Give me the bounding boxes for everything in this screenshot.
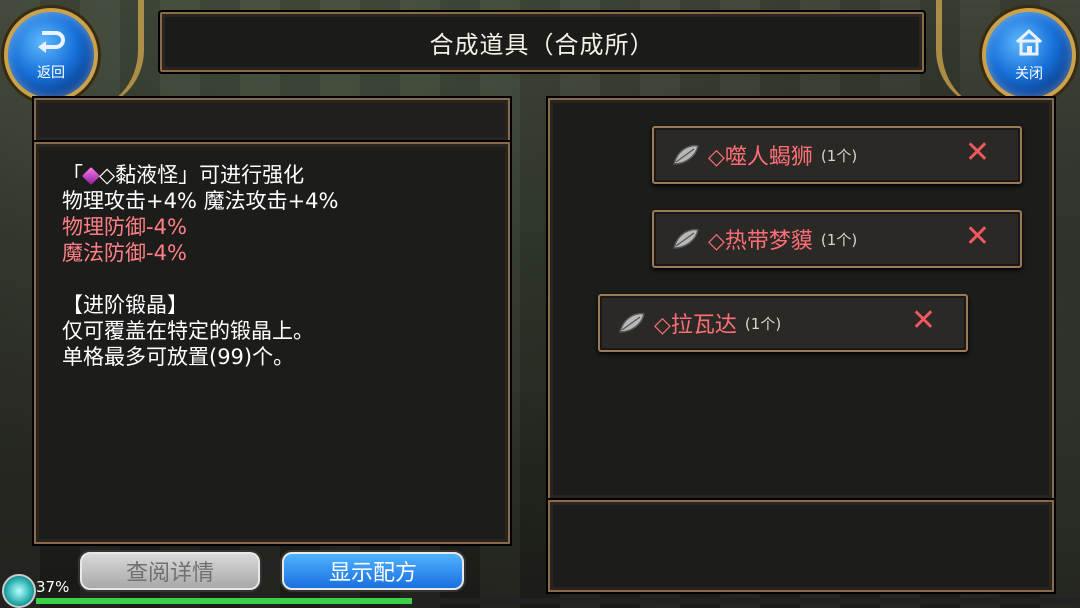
desc-line-2: 单格最多可放置(99)个。 — [62, 345, 295, 369]
leaf-icon — [673, 144, 699, 165]
material-count: (1个) — [820, 230, 858, 249]
gem-icon — [81, 166, 101, 186]
material-name: ◇噬人蝎狮 — [708, 145, 813, 170]
status-orb-icon — [2, 574, 36, 608]
enhance-line: 「◇黏液怪」可进行强化 — [62, 163, 305, 187]
title-bar: 合成道具（合成所） — [160, 12, 924, 72]
return-arrow-icon — [36, 29, 66, 60]
page-title: 合成道具（合成所） — [429, 30, 655, 59]
item-info-panel: 「◇黏液怪」可进行强化 物理攻击+4% 魔法攻击+4% 物理防御-4% 魔法防御… — [34, 142, 510, 544]
material-count: (1个) — [820, 146, 858, 165]
view-details-button[interactable]: 查阅详情 — [80, 552, 260, 590]
progress-fill — [36, 598, 412, 604]
home-icon — [1014, 28, 1044, 61]
back-button[interactable]: 返回 — [4, 8, 98, 102]
close-icon[interactable]: ✕ — [965, 137, 990, 169]
battery-percent: 37% — [36, 578, 70, 596]
leaf-icon — [673, 228, 699, 249]
material-name: ◇热带梦貘 — [708, 229, 813, 254]
close-icon[interactable]: ✕ — [911, 305, 936, 337]
material-slot[interactable]: ◇热带梦貘 (1个) ✕ — [652, 210, 1022, 268]
show-recipe-button[interactable]: 显示配方 — [282, 552, 464, 590]
phys-def-penalty: 物理防御-4% — [62, 215, 187, 239]
material-name: ◇拉瓦达 — [654, 313, 737, 338]
desc-line-1: 仅可覆盖在特定的锻晶上。 — [62, 319, 314, 343]
item-description: 「◇黏液怪」可进行强化 物理攻击+4% 魔法攻击+4% 物理防御-4% 魔法防御… — [62, 162, 339, 370]
material-slot[interactable]: ◇噬人蝎狮 (1个) ✕ — [652, 126, 1022, 184]
progress-bar — [36, 598, 1080, 604]
result-panel — [548, 500, 1054, 592]
material-count: (1个) — [744, 314, 782, 333]
category-label: 【进阶锻晶】 — [62, 293, 188, 317]
magic-def-penalty: 魔法防御-4% — [62, 241, 187, 265]
stats-bonus-line: 物理攻击+4% 魔法攻击+4% — [62, 189, 339, 213]
back-label: 返回 — [37, 64, 65, 81]
close-button[interactable]: 关闭 — [982, 8, 1076, 102]
enhance-item-name: ◇黏液怪 — [99, 163, 179, 187]
close-icon[interactable]: ✕ — [965, 221, 990, 253]
close-label: 关闭 — [1015, 65, 1043, 82]
material-slot[interactable]: ◇拉瓦达 (1个) ✕ — [598, 294, 968, 352]
leaf-icon — [619, 312, 645, 333]
left-header-panel — [34, 98, 510, 142]
